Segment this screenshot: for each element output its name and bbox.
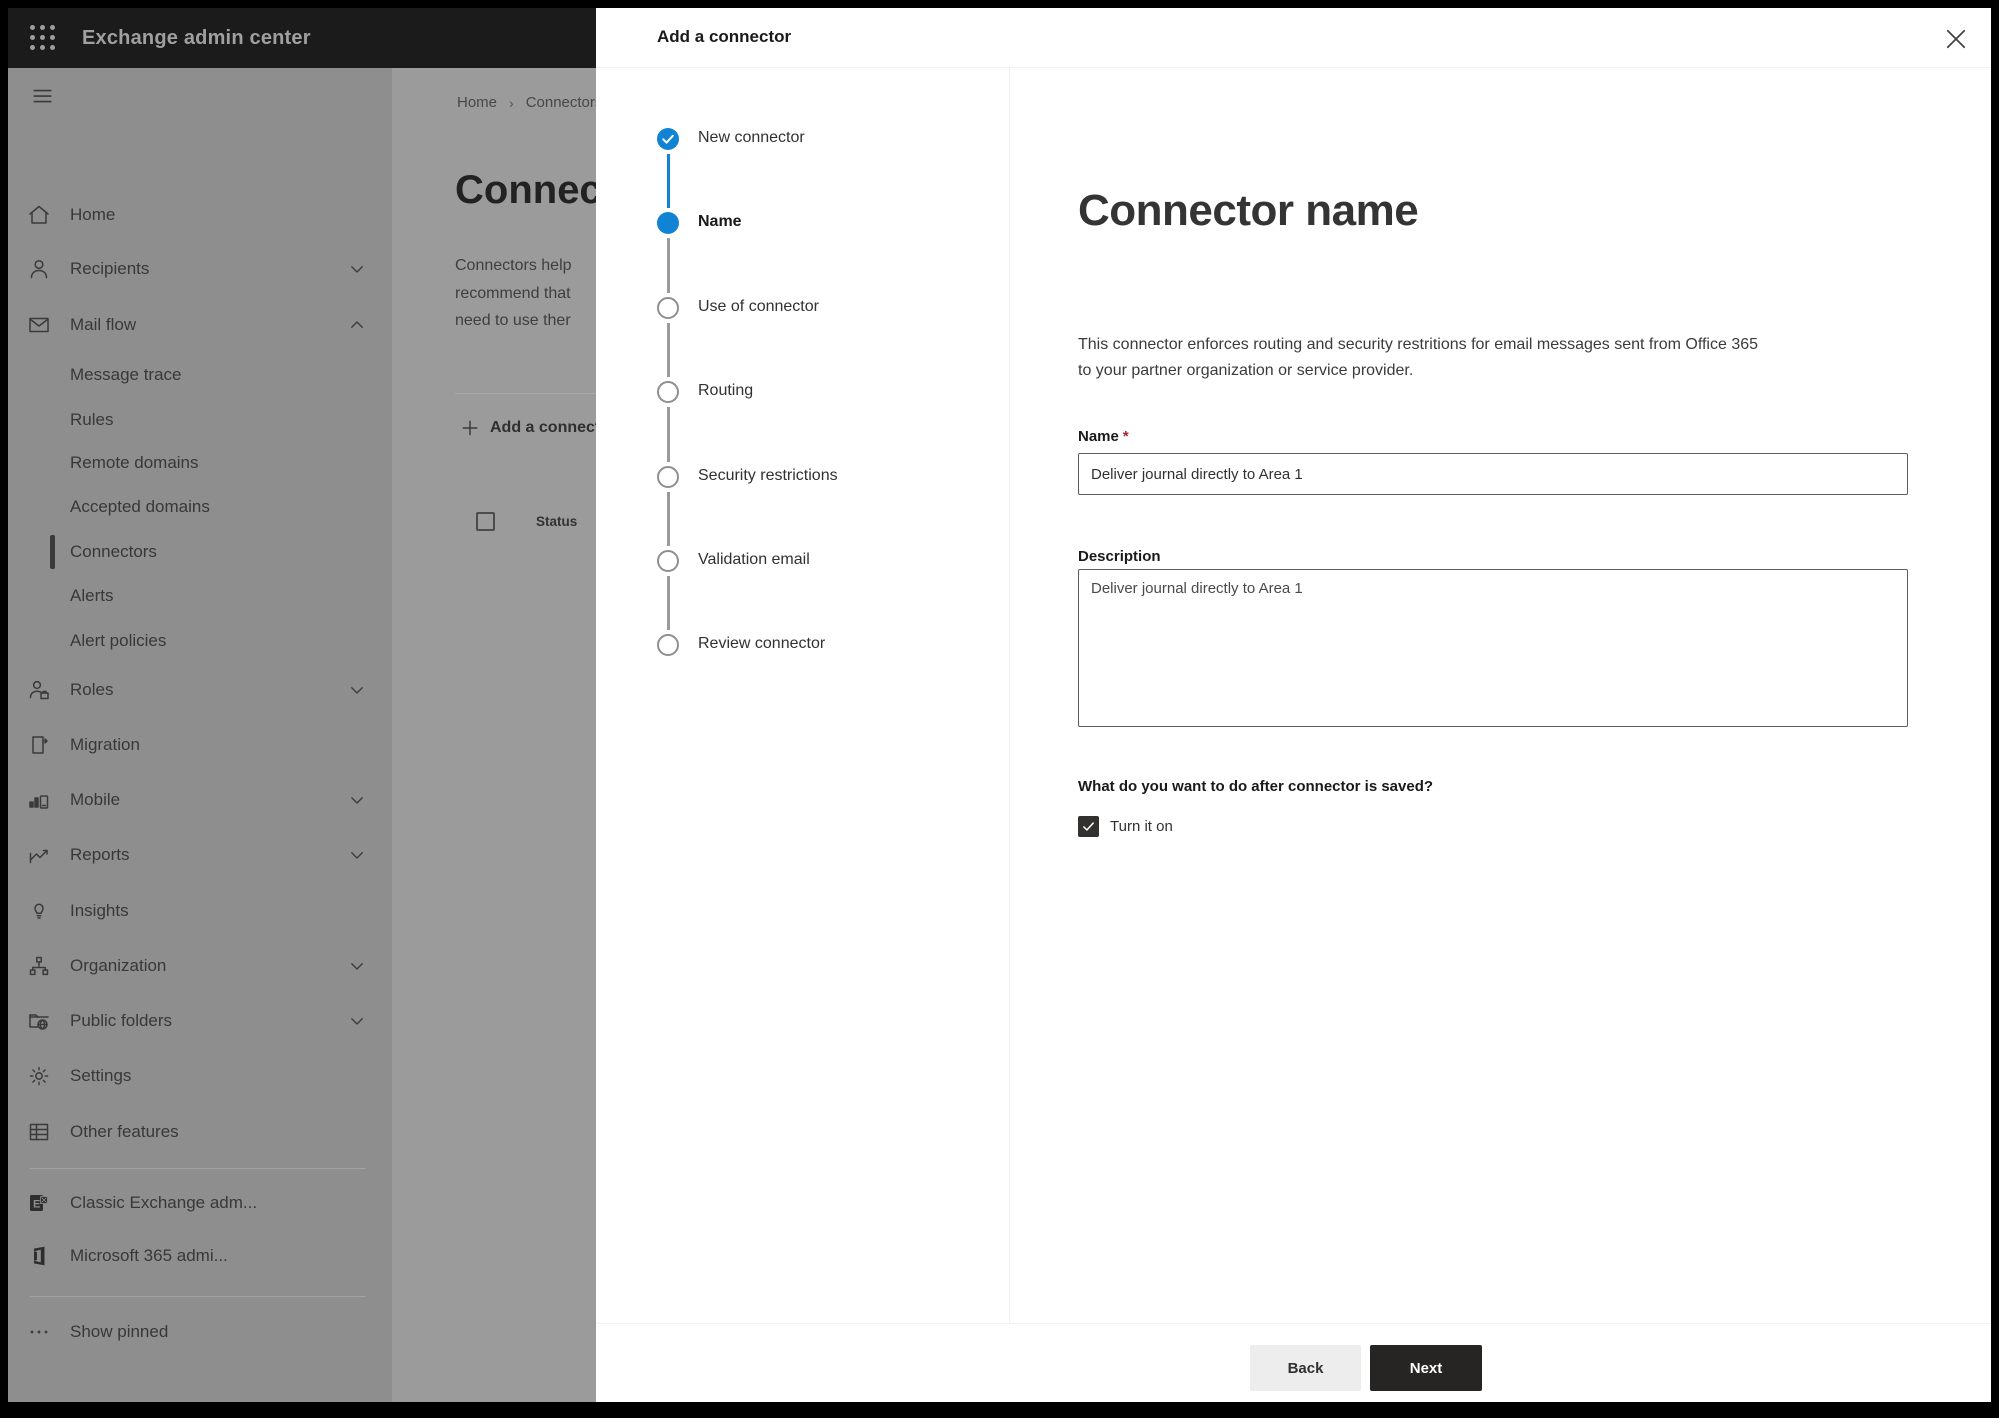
step-upcoming-icon (657, 381, 679, 403)
sidebar-item-other-features[interactable]: Other features (8, 1108, 392, 1156)
back-button[interactable]: Back (1250, 1345, 1361, 1391)
person-icon (30, 259, 48, 279)
gear-icon (29, 1066, 49, 1086)
step-upcoming-icon (657, 466, 679, 488)
app-window: Exchange admin center Home Recipients Ma… (8, 8, 1991, 1402)
chevron-down-icon (351, 797, 363, 804)
step-upcoming-icon (657, 634, 679, 656)
sidebar-item-connectors[interactable]: Connectors (8, 530, 392, 574)
classic-exchange-icon: E (30, 1195, 48, 1211)
description-field-label: Description (1078, 548, 1161, 565)
table-header-row: Status (476, 512, 577, 531)
table-grid-icon (29, 1123, 49, 1141)
close-icon (1946, 29, 1966, 49)
sidebar-item-message-trace[interactable]: Message trace (8, 353, 392, 397)
breadcrumb: Home › Connectors (457, 94, 602, 111)
page-intro-text: Connectors help recommend that need to u… (455, 257, 572, 329)
add-connector-button[interactable]: Add a connector (460, 417, 616, 439)
svg-text:E: E (33, 1199, 40, 1211)
next-button[interactable]: Next (1370, 1345, 1482, 1391)
microsoft-365-icon (34, 1246, 45, 1266)
column-header-status[interactable]: Status (536, 514, 577, 529)
chevron-down-icon (351, 266, 363, 273)
dialog-header: Add a connector (596, 8, 1991, 68)
step-upcoming-icon (657, 550, 679, 572)
sidebar-item-organization[interactable]: Organization (8, 942, 392, 990)
sidebar-item-alerts[interactable]: Alerts (8, 574, 392, 618)
chevron-down-icon (351, 1018, 363, 1025)
step-connector-line (667, 492, 670, 546)
chevron-down-icon (351, 852, 363, 859)
lightbulb-icon (34, 903, 44, 919)
sidebar-divider (30, 1296, 366, 1297)
app-title: Exchange admin center (82, 26, 311, 49)
hamburger-menu-icon[interactable] (29, 86, 56, 108)
name-field-label: Name * (1078, 428, 1129, 445)
sidebar-item-public-folders[interactable]: Public folders (8, 997, 392, 1045)
turn-it-on-checkbox-row[interactable]: Turn it on (1078, 816, 1173, 837)
sidebar-item-accepted-domains[interactable]: Accepted domains (8, 485, 392, 529)
step-current-icon (657, 212, 679, 234)
step-complete-icon (657, 128, 679, 150)
chevron-down-icon (351, 687, 363, 694)
select-all-checkbox[interactable] (476, 512, 495, 531)
sidebar-item-migration[interactable]: Migration (8, 721, 392, 769)
required-marker: * (1122, 428, 1129, 445)
sidebar-item-home[interactable]: Home (8, 191, 392, 239)
sidebar-item-settings[interactable]: Settings (8, 1052, 392, 1100)
step-connector-line (667, 576, 670, 630)
checkbox-checked-icon[interactable] (1078, 816, 1099, 837)
step-connector-line (667, 154, 670, 208)
sidebar-item-mail-flow[interactable]: Mail flow (8, 301, 392, 349)
step-upcoming-icon (657, 297, 679, 319)
close-button[interactable] (1941, 24, 1971, 54)
sidebar-item-reports[interactable]: Reports (8, 831, 392, 879)
sidebar-item-show-pinned[interactable]: Show pinned (8, 1308, 392, 1356)
selected-indicator (50, 535, 55, 569)
turn-it-on-label: Turn it on (1110, 818, 1173, 835)
add-connector-dialog: Add a connector New connector Name Use o… (596, 8, 1991, 1402)
plus-icon (462, 420, 478, 436)
sidebar-item-recipients[interactable]: Recipients (8, 245, 392, 293)
migration-icon (32, 736, 48, 754)
step-connector-line (667, 323, 670, 377)
sidebar-item-insights[interactable]: Insights (8, 887, 392, 935)
description-textarea[interactable] (1078, 569, 1908, 727)
after-save-question: What do you want to do after connector i… (1078, 778, 1434, 795)
folder-globe-icon (29, 1014, 49, 1030)
sidebar-item-rules[interactable]: Rules (8, 398, 392, 442)
sidebar-item-roles[interactable]: Roles (8, 666, 392, 714)
name-input[interactable] (1078, 453, 1908, 495)
roles-icon (29, 680, 49, 700)
reports-icon (29, 849, 48, 864)
dialog-content: Connector name This connector enforces r… (1010, 68, 1991, 1323)
envelope-icon (29, 317, 49, 333)
sidebar-divider (30, 1168, 366, 1169)
sidebar-nav: Home Recipients Mail flow Message trace … (8, 68, 392, 1402)
mobile-icon (29, 795, 49, 809)
step-heading: Connector name (1078, 186, 1419, 235)
chevron-down-icon (351, 963, 363, 970)
sidebar-item-classic-exchange[interactable]: E Classic Exchange adm... (8, 1179, 392, 1227)
ellipsis-icon (30, 1330, 48, 1334)
wizard-steps-panel: New connector Name Use of connector Rout… (596, 68, 1010, 1323)
dialog-footer: Back Next (596, 1323, 1991, 1402)
step-connector-line (667, 407, 670, 462)
breadcrumb-separator-icon: › (509, 94, 514, 111)
sidebar-item-remote-domains[interactable]: Remote domains (8, 441, 392, 485)
breadcrumb-connectors[interactable]: Connectors (526, 94, 603, 111)
sidebar-item-mobile[interactable]: Mobile (8, 776, 392, 824)
breadcrumb-home[interactable]: Home (457, 94, 497, 111)
sidebar-item-alert-policies[interactable]: Alert policies (8, 619, 392, 663)
step-description: This connector enforces routing and secu… (1078, 336, 1759, 379)
home-icon (29, 205, 49, 224)
org-chart-icon (29, 956, 49, 976)
app-launcher-icon[interactable] (30, 25, 56, 51)
chevron-up-icon (351, 321, 363, 328)
step-connector-line (667, 238, 670, 293)
dialog-title: Add a connector (657, 27, 792, 46)
sidebar-item-m365-admin[interactable]: Microsoft 365 admi... (8, 1232, 392, 1280)
